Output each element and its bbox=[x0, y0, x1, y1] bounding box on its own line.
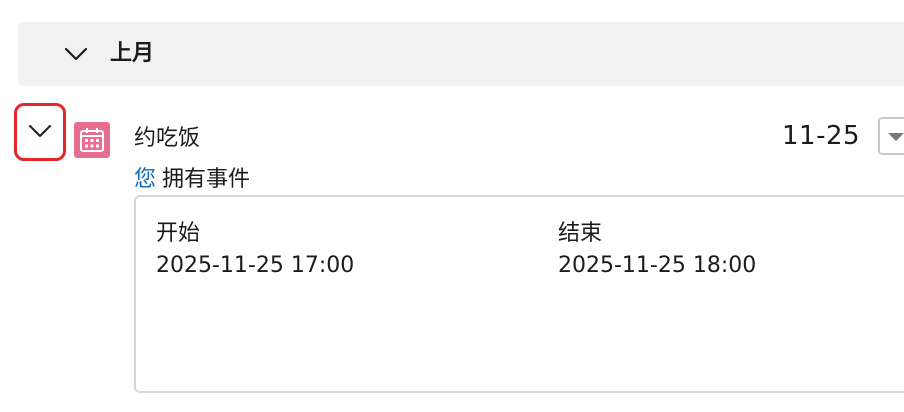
group-title: 上月 bbox=[110, 41, 155, 66]
end-value: 2025-11-25 18:00 bbox=[558, 253, 757, 278]
activity-page: 上月 约吃饭 11-25 您拥有事件 开始 2025-11-25 17:00 结… bbox=[0, 0, 904, 412]
expand-event-button[interactable] bbox=[14, 103, 66, 161]
chevron-down-icon[interactable] bbox=[62, 44, 90, 64]
chevron-down-icon bbox=[28, 123, 52, 142]
owner-text: 拥有事件 bbox=[162, 167, 251, 192]
caret-down-icon bbox=[888, 133, 904, 141]
event-title: 约吃饭 bbox=[134, 126, 201, 151]
owner-you-link[interactable]: 您 bbox=[134, 167, 156, 192]
start-value: 2025-11-25 17:00 bbox=[156, 253, 355, 278]
calendar-icon bbox=[74, 122, 110, 158]
start-label: 开始 bbox=[156, 221, 201, 246]
event-detail-card: 开始 2025-11-25 17:00 结束 2025-11-25 18:00 bbox=[134, 195, 904, 393]
group-header-last-month[interactable]: 上月 bbox=[18, 22, 904, 86]
event-date: 11-25 bbox=[782, 121, 861, 151]
event-owner-line: 您拥有事件 bbox=[134, 164, 250, 196]
event-options-dropdown[interactable] bbox=[878, 117, 904, 155]
end-label: 结束 bbox=[558, 221, 603, 246]
